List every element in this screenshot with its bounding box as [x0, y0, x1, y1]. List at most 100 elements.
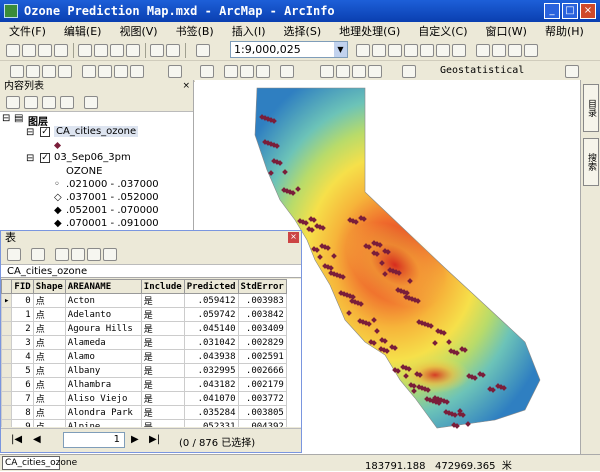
menu-windows[interactable]: 窗口(W): [477, 23, 536, 39]
related-tables-icon[interactable]: [31, 248, 45, 261]
column-header[interactable]: FID: [11, 279, 34, 294]
identify-help-icon[interactable]: [492, 44, 506, 57]
column-header[interactable]: Shape: [32, 279, 66, 294]
new-icon[interactable]: [6, 44, 20, 57]
list-by-visibility-icon[interactable]: [42, 96, 56, 109]
delete-selected-icon[interactable]: [103, 248, 117, 261]
column-header[interactable]: Include: [140, 279, 185, 294]
table-row[interactable]: 9点Alpine是.052331.004392: [1, 419, 287, 427]
layer-ca-cities-ozone[interactable]: CA_cities_ozone: [54, 126, 139, 137]
hyperlink-icon[interactable]: [240, 65, 254, 78]
close-icon[interactable]: ×: [182, 80, 190, 93]
delete-icon[interactable]: [126, 44, 140, 57]
close-button[interactable]: ×: [580, 3, 596, 19]
open-icon[interactable]: [22, 44, 36, 57]
fixed-zoom-in-icon[interactable]: [82, 65, 96, 78]
clear-selection-icon[interactable]: [87, 248, 101, 261]
forward-icon[interactable]: [130, 65, 144, 78]
list-by-source-icon[interactable]: [24, 96, 38, 109]
back-icon[interactable]: [114, 65, 128, 78]
layer1-checkbox[interactable]: ✓: [40, 127, 50, 137]
table-row[interactable]: ▸ 0 点 Acton 是 .059412.003983: [1, 293, 287, 308]
table-row[interactable]: 8 点 Alondra Park 是 .035284.003805: [1, 405, 287, 420]
close-icon[interactable]: ×: [288, 232, 299, 243]
row-selector[interactable]: [1, 363, 13, 378]
add-data-icon[interactable]: [196, 44, 210, 57]
measure-icon[interactable]: [280, 65, 294, 78]
model-builder-icon[interactable]: [452, 44, 466, 57]
pan-icon[interactable]: [42, 65, 56, 78]
table-row[interactable]: 6 点 Alhambra 是 .043182.002179: [1, 377, 287, 392]
row-selector[interactable]: [1, 405, 13, 420]
editor-icon[interactable]: [356, 44, 370, 57]
print-icon[interactable]: [54, 44, 68, 57]
zoom-in-icon[interactable]: [10, 65, 24, 78]
table-row[interactable]: 1 点 Adelanto 是 .059742.003842: [1, 307, 287, 322]
collapse-icon[interactable]: ⊟: [2, 113, 10, 124]
redo-icon[interactable]: [166, 44, 180, 57]
table-row[interactable]: 7 点 Aliso Viejo 是 .041070.003772: [1, 391, 287, 406]
find-icon[interactable]: [320, 65, 334, 78]
previous-record-button[interactable]: ◀: [33, 434, 41, 445]
toc-options-icon[interactable]: [84, 96, 98, 109]
record-number-input[interactable]: 1: [63, 432, 125, 448]
create-viewer-icon[interactable]: [402, 65, 416, 78]
select-features-icon[interactable]: [168, 65, 182, 78]
identify-icon[interactable]: [224, 65, 238, 78]
row-selector[interactable]: [1, 349, 13, 364]
maximize-button[interactable]: □: [562, 3, 578, 19]
list-by-selection-icon[interactable]: [60, 96, 74, 109]
copy-icon[interactable]: [94, 44, 108, 57]
toc-window-icon[interactable]: [372, 44, 386, 57]
row-selector[interactable]: [1, 377, 13, 392]
table-options-icon[interactable]: [7, 248, 21, 261]
html-popup-icon[interactable]: [256, 65, 270, 78]
whats-this-icon[interactable]: [476, 44, 490, 57]
column-header[interactable]: StdError: [237, 279, 287, 294]
row-selector[interactable]: [1, 419, 13, 427]
row-selector[interactable]: [1, 391, 13, 406]
column-header[interactable]: Predicted: [183, 279, 239, 294]
fixed-zoom-out-icon[interactable]: [98, 65, 112, 78]
time-slider-icon[interactable]: [352, 65, 366, 78]
menu-selection[interactable]: 选择(S): [275, 23, 331, 39]
layers-root[interactable]: 图层: [28, 113, 48, 128]
menu-geoprocessing[interactable]: 地理处理(G): [330, 23, 409, 39]
search-window-icon[interactable]: [404, 44, 418, 57]
catalog-icon[interactable]: [388, 44, 402, 57]
undo-icon[interactable]: [150, 44, 164, 57]
geostatistical-analyst-menu[interactable]: Geostatistical Analyst: [440, 63, 558, 92]
menu-bookmarks[interactable]: 书签(B): [167, 23, 223, 39]
next-record-button[interactable]: ▶: [131, 434, 139, 445]
menu-file[interactable]: 文件(F): [0, 23, 55, 39]
table-tab[interactable]: CA_cities_ozone: [2, 456, 77, 470]
menu-help[interactable]: 帮助(H): [536, 23, 593, 39]
list-by-drawing-order-icon[interactable]: [6, 96, 20, 109]
collapse-icon[interactable]: ⊟: [26, 153, 34, 164]
select-by-attributes-icon[interactable]: [55, 248, 69, 261]
scale-dropdown[interactable]: 1:9,000,025 ▼: [230, 41, 348, 58]
search-tab[interactable]: 搜索: [583, 138, 599, 186]
collapse-icon[interactable]: ⊟: [26, 127, 34, 138]
chevron-down-icon[interactable]: ▼: [334, 42, 347, 57]
row-selector[interactable]: [1, 307, 13, 322]
layer2-checkbox[interactable]: ✓: [40, 153, 50, 163]
table-icon[interactable]: [524, 44, 538, 57]
table-row[interactable]: 4 点 Alamo 是 .043938.002591: [1, 349, 287, 364]
python-icon[interactable]: [436, 44, 450, 57]
arctoolbox-icon[interactable]: [420, 44, 434, 57]
full-extent-icon[interactable]: [58, 65, 72, 78]
row-selector[interactable]: ▸: [1, 293, 13, 308]
paste-icon[interactable]: [110, 44, 124, 57]
menu-insert[interactable]: 插入(I): [223, 23, 275, 39]
layer-ozone-surface[interactable]: 03_Sep06_3pm: [54, 152, 131, 163]
layout-icon[interactable]: [508, 44, 522, 57]
menu-view[interactable]: 视图(V): [110, 23, 166, 39]
save-icon[interactable]: [38, 44, 52, 57]
minimize-button[interactable]: _: [544, 3, 560, 19]
menu-customize[interactable]: 自定义(C): [409, 23, 476, 39]
table-row[interactable]: 3 点 Alameda 是 .031042.002829: [1, 335, 287, 350]
table-row[interactable]: 5 点 Albany 是 .032995.002666: [1, 363, 287, 378]
last-record-button[interactable]: ▶|: [149, 434, 160, 445]
select-elements-icon[interactable]: [200, 65, 214, 78]
